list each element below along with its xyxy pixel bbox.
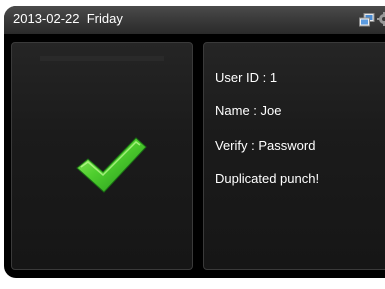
network-icon (359, 13, 375, 27)
day-value: Friday (86, 11, 123, 26)
result-panel (11, 42, 193, 270)
info-panel: User ID : 1 Name : Joe Verify : Password… (203, 42, 385, 270)
check-icon (76, 137, 147, 193)
verify-label: Verify : Password (215, 138, 316, 153)
screen: 2013-02-22 Friday User ID: 1 Name: Joe… (0, 0, 385, 289)
gear-icon (377, 12, 385, 26)
status-bar: 2013-02-22 Friday (4, 6, 385, 34)
user-id-label: User ID : 1 (215, 70, 278, 85)
status-date: 2013-02-22 Friday (13, 11, 123, 26)
date-value: 2013-02-22 (13, 11, 80, 26)
panel-highlight (40, 56, 164, 61)
name-label: Name : Joe (215, 103, 282, 118)
punch-message: Duplicated punch! (215, 171, 320, 186)
device-display: 2013-02-22 Friday User ID: 1 Name: Joe… (4, 6, 385, 278)
